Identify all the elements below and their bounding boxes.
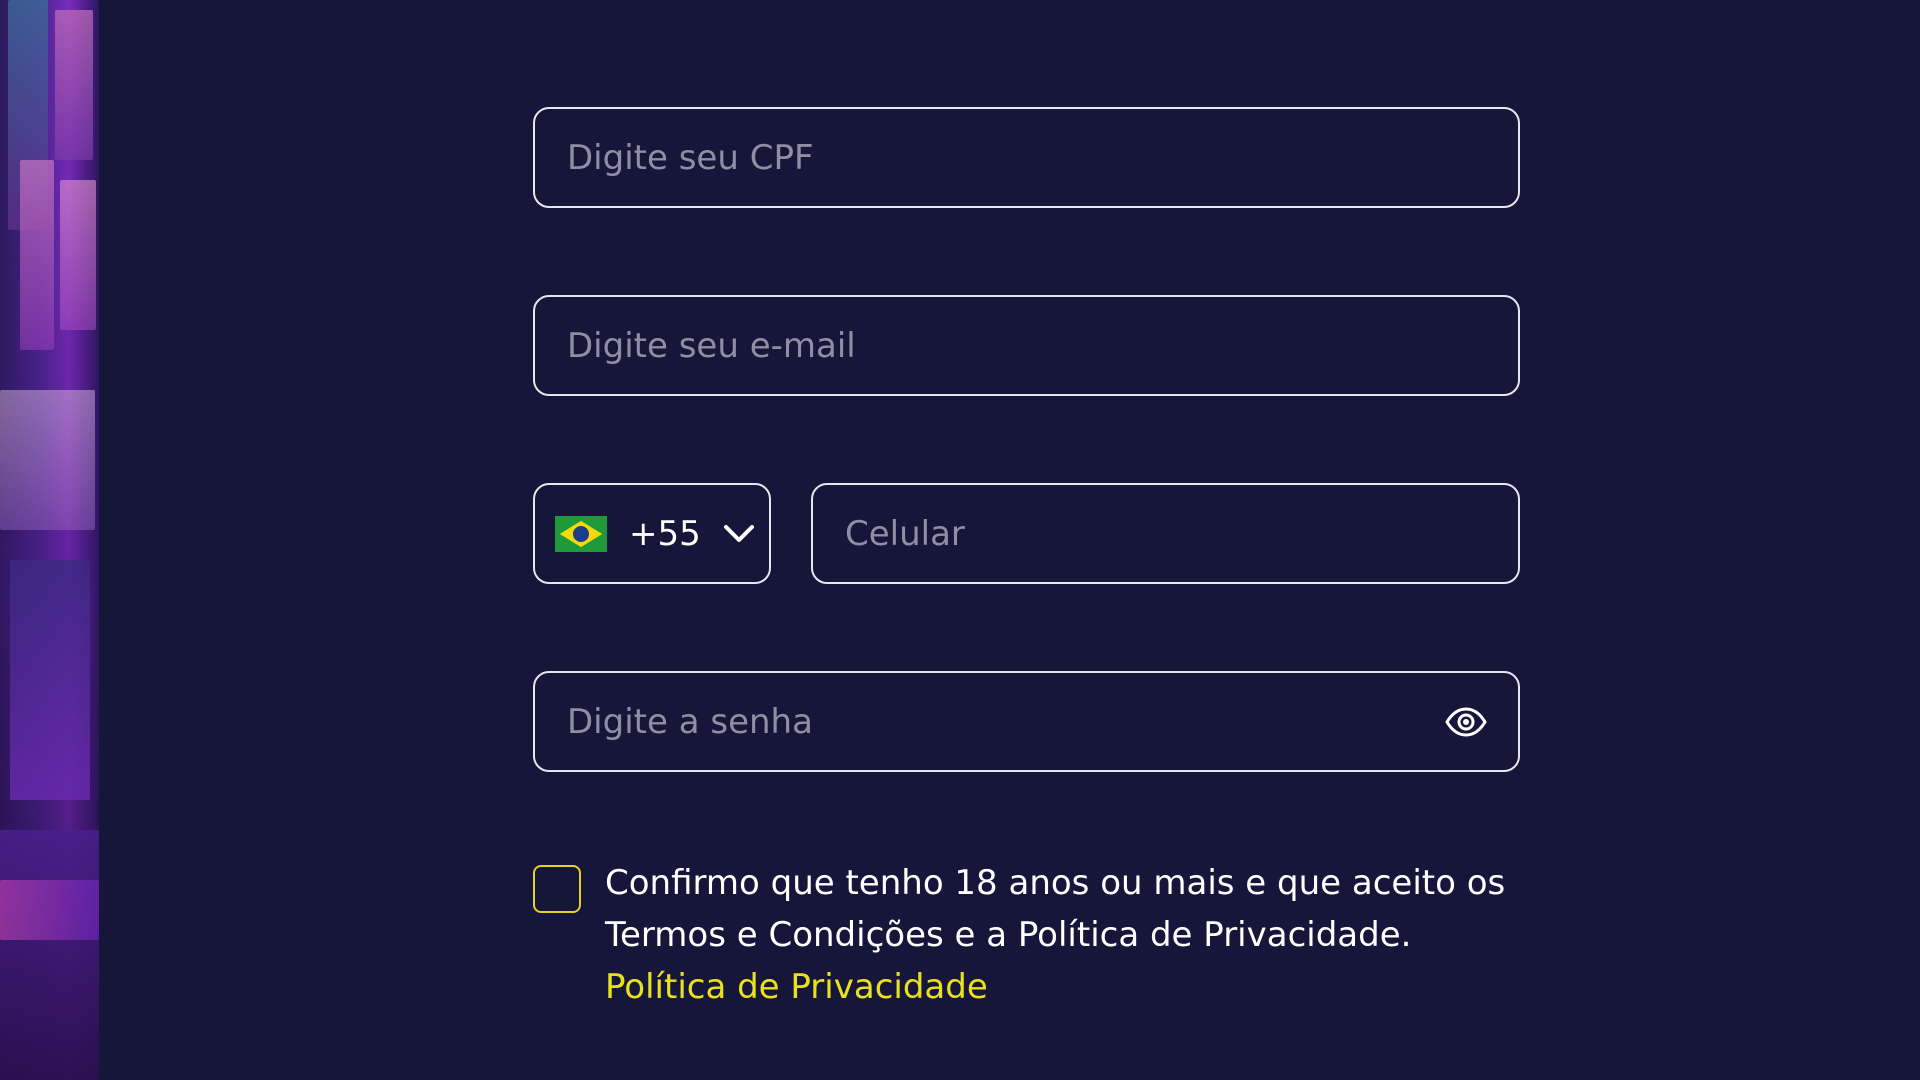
dial-code: +55 xyxy=(629,513,701,554)
privacy-policy-link[interactable]: Política de Privacidade xyxy=(605,961,988,1013)
consent-checkbox[interactable] xyxy=(533,865,581,913)
brazil-flag-icon xyxy=(555,515,607,552)
email-field-container xyxy=(533,295,1520,396)
consent-text: Confirmo que tenho 18 anos ou mais e que… xyxy=(605,863,1506,955)
phone-field-container xyxy=(811,483,1520,584)
cpf-field-container xyxy=(533,107,1520,208)
background-art-image xyxy=(0,0,99,1080)
eye-icon[interactable] xyxy=(1444,700,1488,744)
age-consent: Confirmo que tenho 18 anos ou mais e que… xyxy=(533,857,1523,1013)
password-field-container xyxy=(533,671,1520,772)
country-code-select[interactable]: +55 xyxy=(533,483,771,584)
page: +55 Confirmo que tenho xyxy=(0,0,1920,1080)
phone-input[interactable] xyxy=(813,485,1518,582)
email-input[interactable] xyxy=(535,297,1518,394)
consent-text-block: Confirmo que tenho 18 anos ou mais e que… xyxy=(605,857,1523,1013)
chevron-down-icon xyxy=(721,516,757,552)
password-input[interactable] xyxy=(535,673,1518,770)
cpf-input[interactable] xyxy=(535,109,1518,206)
